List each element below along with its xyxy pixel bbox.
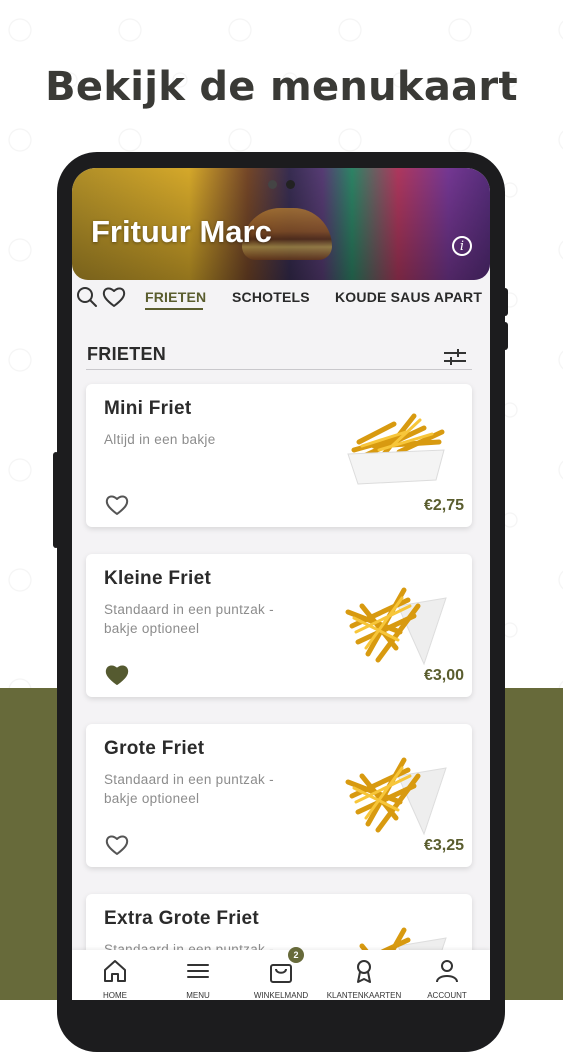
- section-divider: [86, 369, 472, 370]
- product-card[interactable]: Kleine Friet Standaard in een puntzak - …: [86, 554, 472, 697]
- nav-label: HOME: [103, 991, 127, 1000]
- product-description: Standaard in een puntzak - bakje optione…: [104, 772, 274, 806]
- product-card[interactable]: Grote Friet Standaard in een puntzak - b…: [86, 724, 472, 867]
- product-name: Kleine Friet: [104, 568, 212, 589]
- cart-count-badge: 2: [288, 947, 304, 963]
- product-price: €3,25: [423, 837, 464, 854]
- tab-frieten[interactable]: FRIETEN: [145, 289, 206, 305]
- fries-tray-image: [347, 413, 445, 485]
- camera-lens: [268, 180, 277, 189]
- favorites-heart-icon[interactable]: [102, 286, 126, 308]
- filter-sliders-icon[interactable]: [443, 348, 467, 366]
- phone-side-button: [502, 288, 508, 316]
- nav-label: MENU: [186, 991, 210, 1000]
- fries-cone-image: [345, 757, 447, 836]
- nav-label: ACCOUNT: [427, 991, 467, 1000]
- phone-side-button: [502, 322, 508, 350]
- active-tab-underline: [145, 308, 203, 310]
- account-icon: [436, 960, 458, 983]
- phone-side-button: [53, 452, 59, 548]
- product-price: €3,00: [423, 667, 464, 684]
- nav-label: WINKELMAND: [253, 991, 309, 1000]
- product-card[interactable]: Mini Friet Altijd in een bakje €2,75: [86, 384, 472, 527]
- favorite-heart-icon[interactable]: [105, 834, 129, 856]
- product-name: Mini Friet: [104, 398, 192, 419]
- promo-headline: Bekijk de menukaart: [45, 64, 518, 110]
- menu-icon: [187, 964, 209, 978]
- nav-home[interactable]: HOME: [73, 950, 157, 1000]
- nav-account[interactable]: ACCOUNT: [405, 950, 489, 1000]
- home-icon: [104, 960, 126, 982]
- product-price: €2,75: [423, 497, 464, 514]
- nav-cart[interactable]: WINKELMAND: [239, 950, 323, 1000]
- favorite-heart-icon[interactable]: [105, 494, 129, 516]
- nav-label: KLANTENKAARTEN: [326, 991, 402, 1000]
- camera-lens: [286, 180, 295, 189]
- app-screen: Frituur Marc i FRIETEN SCHOTELS KOUDE SA…: [72, 168, 490, 1000]
- nav-loyalty-cards[interactable]: KLANTENKAARTEN: [322, 950, 406, 1000]
- product-description: Altijd in een bakje: [104, 432, 216, 447]
- restaurant-name: Frituur Marc: [91, 214, 272, 249]
- product-name: Grote Friet: [104, 738, 205, 759]
- product-description: Standaard in een puntzak - bakje optione…: [104, 602, 274, 636]
- info-icon[interactable]: i: [452, 236, 472, 256]
- restaurant-banner: Frituur Marc i: [72, 168, 490, 280]
- bottom-navigation: HOME MENU WINKELMAND KLANTENKAARTEN ACCO…: [72, 950, 490, 1000]
- section-title: FRIETEN: [87, 344, 167, 364]
- fries-cone-image: [345, 587, 447, 666]
- favorite-heart-filled-icon[interactable]: [105, 664, 129, 686]
- loyalty-card-icon: [357, 960, 371, 983]
- nav-menu[interactable]: MENU: [156, 950, 240, 1000]
- tab-koude-saus-apart[interactable]: KOUDE SAUS APART: [335, 289, 482, 305]
- product-name: Extra Grote Friet: [104, 908, 260, 929]
- cart-icon: [270, 964, 292, 983]
- tab-schotels[interactable]: SCHOTELS: [232, 289, 310, 305]
- search-icon[interactable]: [76, 286, 98, 308]
